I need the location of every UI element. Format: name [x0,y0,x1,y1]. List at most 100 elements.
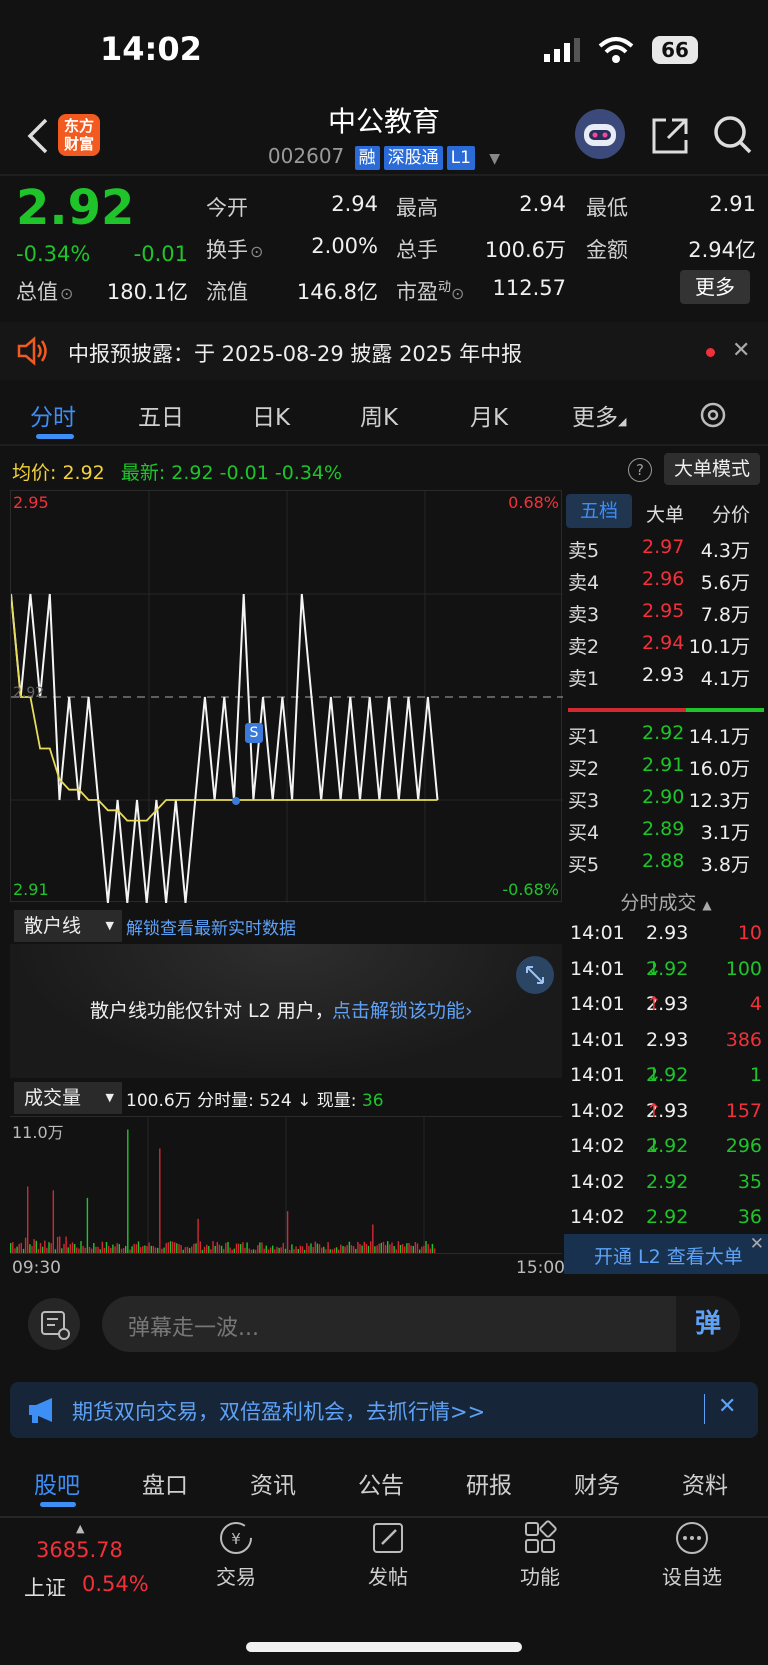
danmu-send-button[interactable]: 弹 [676,1296,740,1352]
level-label: 卖5 [568,540,600,562]
price-chart[interactable]: 2.95 0.68% 2.91 -0.68% 2.92 S [10,490,563,903]
level-label: 买5 [568,854,600,876]
volume-bar [374,1246,376,1253]
volume-bar [378,1243,380,1253]
volume-bar [367,1245,370,1253]
volume-bar [125,1245,127,1253]
trade-direction-arrow: ↓ [646,1064,662,1086]
trades-title[interactable]: 分时成交 ▲ [566,888,766,915]
trade-price-value: 2.93 [646,922,689,944]
info-icon[interactable]: ⊙ [250,242,263,261]
volume-bar [431,1243,434,1253]
close-icon[interactable]: ✕ [732,338,750,363]
tab-finance[interactable]: 财务 [574,1466,620,1500]
bid-level-row[interactable]: 买2 2.91 16.0万 [566,754,766,786]
volume-bar [65,1236,67,1253]
volume-label: 总手 [396,238,438,262]
futures-ad-banner[interactable]: 期货双向交易，双倍盈利机会，去抓行情>> ✕ [10,1382,758,1438]
volume-bar [237,1243,240,1253]
robot-avatar-icon[interactable] [574,108,626,160]
ask-level-row[interactable]: 卖4 2.96 5.6万 [566,568,766,600]
search-icon[interactable] [712,114,752,156]
level-label: 买1 [568,726,600,748]
tab-announcements[interactable]: 公告 [358,1466,404,1500]
tab-five-day[interactable]: 五日 [138,398,184,432]
volume-bar [429,1248,431,1253]
trade-volume: 35 [737,1170,762,1193]
volume-bar [48,1242,50,1253]
tab-quote[interactable]: 盘口 [142,1466,188,1500]
volume-bar [427,1244,429,1253]
retail-unlock-feature-link[interactable]: 点击解锁该功能› [332,996,473,1023]
latest-change: -0.01 [219,462,269,484]
bid-level-row[interactable]: 买1 2.92 14.1万 [566,722,766,754]
volume-bar [218,1244,221,1253]
nav-watchlist[interactable]: 设自选 [642,1520,742,1590]
nav-trade[interactable]: ¥ 交易 [186,1520,286,1590]
trade-volume: 1 [749,1064,762,1086]
volume-bar [50,1243,52,1253]
volume-bar [216,1242,218,1253]
retail-unlock-link[interactable]: 解锁查看最新实时数据 [126,914,296,939]
level-label: 买3 [568,790,600,812]
nav-functions[interactable]: 功能 [490,1520,590,1590]
volume-bar [105,1242,108,1253]
nav-post[interactable]: 发帖 [338,1520,438,1590]
volume-bar [297,1249,299,1253]
retail-dropdown-label: 散户线 [24,915,82,937]
ask-level-row[interactable]: 卖1 2.93 4.1万 [566,664,766,696]
tab-big-orders[interactable]: 大单 [646,500,684,527]
info-icon[interactable]: ⊙ [451,284,464,303]
close-icon[interactable]: ✕ [718,1394,736,1419]
more-button[interactable]: 更多 [680,270,750,304]
volume-bar [114,1246,116,1253]
volume-bar [131,1246,133,1253]
low-value: 2.91 [709,192,756,216]
volume-bar [225,1242,227,1253]
ask-level-row[interactable]: 卖3 2.95 7.8万 [566,600,766,632]
gear-icon[interactable] [698,400,728,430]
big-order-mode-button[interactable]: 大单模式 [664,453,760,485]
volume-bar [122,1248,125,1253]
tab-intraday[interactable]: 分时 [30,398,76,432]
tab-forum[interactable]: 股吧 [34,1466,80,1500]
ad-divider [704,1394,705,1424]
tab-price-dist[interactable]: 分价 [712,500,750,527]
volume-bar [323,1246,325,1253]
sell-marker-icon[interactable]: S [245,723,263,743]
help-icon[interactable]: ? [628,458,652,482]
share-icon[interactable] [650,116,690,156]
tab-five-levels[interactable]: 五档 [566,494,632,528]
danmu-input[interactable]: 弹幕走一波... 弹 [102,1296,740,1352]
chevron-down-icon: ▼ [105,1091,114,1104]
bid-level-row[interactable]: 买3 2.90 12.3万 [566,786,766,818]
l2-banner-text: 开通 L2 查看大单 [594,1246,743,1268]
volume-bar [312,1247,314,1253]
l2-banner[interactable]: 开通 L2 查看大单 ✕ [564,1234,768,1274]
index-widget[interactable]: ▲ 3685.78 上证 0.54% [20,1522,160,1602]
tab-weekly-k[interactable]: 周K [360,398,398,432]
info-icon[interactable]: ⊙ [60,284,73,303]
tab-research[interactable]: 研报 [466,1466,512,1500]
chevron-down-icon[interactable]: ▼ [489,151,500,167]
tab-monthly-k[interactable]: 月K [470,398,508,432]
bid-level-row[interactable]: 买5 2.88 3.8万 [566,850,766,882]
danmu-list-icon[interactable] [28,1298,80,1350]
retail-dropdown[interactable]: 散户线 ▼ [14,910,122,942]
volume-chart[interactable]: 11.0万 [10,1116,562,1254]
volume-dropdown[interactable]: 成交量 ▼ [14,1082,122,1114]
tab-news[interactable]: 资讯 [250,1466,296,1500]
ask-level-row[interactable]: 卖2 2.94 10.1万 [566,632,766,664]
close-icon[interactable]: ✕ [750,1234,764,1254]
bid-level-row[interactable]: 买4 2.89 3.1万 [566,818,766,850]
volume-bar [301,1246,304,1253]
ask-level-row[interactable]: 卖5 2.97 4.3万 [566,536,766,568]
tab-daily-k[interactable]: 日K [252,398,290,432]
tab-profile[interactable]: 资料 [682,1466,728,1500]
volume-bar [14,1248,16,1253]
notice-bar[interactable]: 中报预披露：于 2025-08-29 披露 2025 年中报 ✕ [0,322,768,380]
volume-chart-svg [10,1117,436,1253]
expand-icon[interactable] [516,956,554,994]
tab-more[interactable]: 更多◢ [572,398,626,432]
volume-bar [286,1211,289,1253]
